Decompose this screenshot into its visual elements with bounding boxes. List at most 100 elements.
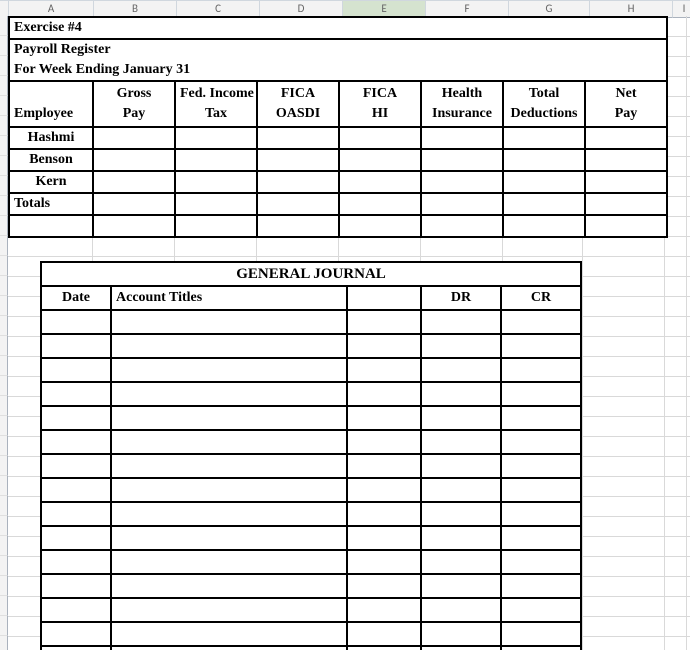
journal-cell[interactable] <box>41 526 111 550</box>
row-header[interactable] <box>0 436 8 456</box>
row-header[interactable] <box>0 496 8 516</box>
hdr-gross-top[interactable]: Gross <box>93 81 175 104</box>
journal-hdr-account[interactable]: Account Titles <box>111 286 347 310</box>
row-header[interactable] <box>0 16 8 36</box>
journal-cell[interactable] <box>421 526 501 550</box>
payroll-subtitle-1[interactable]: Payroll Register <box>9 39 667 60</box>
hdr-employee-bot[interactable]: Employee <box>9 104 93 127</box>
journal-cell[interactable] <box>501 430 581 454</box>
cell[interactable] <box>503 215 585 237</box>
payroll-title[interactable]: Exercise #4 <box>9 17 667 39</box>
row-header[interactable] <box>0 336 8 356</box>
row-header[interactable] <box>0 76 8 96</box>
row-header[interactable] <box>0 316 8 336</box>
journal-cell[interactable] <box>501 334 581 358</box>
journal-cell[interactable] <box>111 598 347 622</box>
journal-cell[interactable] <box>347 430 421 454</box>
journal-cell[interactable] <box>347 478 421 502</box>
row-header[interactable] <box>0 36 8 56</box>
journal-cell[interactable] <box>501 526 581 550</box>
journal-cell[interactable] <box>347 598 421 622</box>
row-header[interactable] <box>0 56 8 76</box>
journal-cell[interactable] <box>421 382 501 406</box>
cell[interactable] <box>257 149 339 171</box>
journal-cell[interactable] <box>421 598 501 622</box>
journal-cell[interactable] <box>501 454 581 478</box>
cell[interactable] <box>175 193 257 215</box>
row-header[interactable] <box>0 516 8 536</box>
journal-cell[interactable] <box>421 502 501 526</box>
journal-cell[interactable] <box>41 334 111 358</box>
journal-cell[interactable] <box>421 646 501 650</box>
hdr-fica-hi-top[interactable]: FICA <box>339 81 421 104</box>
cell[interactable] <box>93 193 175 215</box>
row-header[interactable] <box>0 536 8 556</box>
emp-name-1[interactable]: Benson <box>9 149 93 171</box>
journal-cell[interactable] <box>111 550 347 574</box>
journal-cell[interactable] <box>111 310 347 334</box>
journal-hdr-blank[interactable] <box>347 286 421 310</box>
journal-cell[interactable] <box>501 550 581 574</box>
row-header[interactable] <box>0 296 8 316</box>
journal-cell[interactable] <box>347 622 421 646</box>
cell[interactable] <box>175 171 257 193</box>
emp-name-2[interactable]: Kern <box>9 171 93 193</box>
journal-cell[interactable] <box>41 478 111 502</box>
hdr-employee-top[interactable] <box>9 81 93 104</box>
journal-cell[interactable] <box>111 430 347 454</box>
row-header[interactable] <box>0 576 8 596</box>
grid-area[interactable]: Exercise #4 Payroll Register For Week En… <box>8 16 690 650</box>
journal-cell[interactable] <box>347 574 421 598</box>
journal-cell[interactable] <box>347 358 421 382</box>
journal-hdr-cr[interactable]: CR <box>501 286 581 310</box>
journal-cell[interactable] <box>41 382 111 406</box>
cell[interactable] <box>503 149 585 171</box>
journal-cell[interactable] <box>501 598 581 622</box>
cell[interactable] <box>503 171 585 193</box>
journal-cell[interactable] <box>501 382 581 406</box>
journal-cell[interactable] <box>111 622 347 646</box>
journal-cell[interactable] <box>347 334 421 358</box>
journal-cell[interactable] <box>501 502 581 526</box>
cell[interactable] <box>503 193 585 215</box>
journal-cell[interactable] <box>347 310 421 334</box>
journal-cell[interactable] <box>41 454 111 478</box>
row-header[interactable] <box>0 416 8 436</box>
journal-cell[interactable] <box>347 406 421 430</box>
journal-cell[interactable] <box>421 310 501 334</box>
emp-name-0[interactable]: Hashmi <box>9 127 93 149</box>
journal-cell[interactable] <box>347 502 421 526</box>
journal-cell[interactable] <box>501 622 581 646</box>
cell[interactable] <box>421 149 503 171</box>
journal-cell[interactable] <box>501 646 581 650</box>
cell[interactable] <box>421 127 503 149</box>
journal-cell[interactable] <box>41 574 111 598</box>
hdr-health-top[interactable]: Health <box>421 81 503 104</box>
hdr-fica-oasdi-bot[interactable]: OASDI <box>257 104 339 127</box>
cell[interactable] <box>585 171 667 193</box>
journal-cell[interactable] <box>501 358 581 382</box>
totals-label[interactable]: Totals <box>9 193 93 215</box>
journal-hdr-dr[interactable]: DR <box>421 286 501 310</box>
row-header[interactable] <box>0 96 8 116</box>
journal-cell[interactable] <box>421 622 501 646</box>
journal-cell[interactable] <box>501 478 581 502</box>
cell[interactable] <box>9 215 93 237</box>
cell[interactable] <box>175 127 257 149</box>
hdr-total-top[interactable]: Total <box>503 81 585 104</box>
cell[interactable] <box>175 149 257 171</box>
journal-cell[interactable] <box>41 622 111 646</box>
journal-cell[interactable] <box>421 478 501 502</box>
cell[interactable] <box>339 127 421 149</box>
journal-cell[interactable] <box>41 310 111 334</box>
journal-cell[interactable] <box>41 598 111 622</box>
hdr-fica-hi-bot[interactable]: HI <box>339 104 421 127</box>
journal-cell[interactable] <box>501 574 581 598</box>
cell[interactable] <box>421 193 503 215</box>
journal-title[interactable]: GENERAL JOURNAL <box>41 262 581 286</box>
cell[interactable] <box>503 127 585 149</box>
journal-cell[interactable] <box>347 526 421 550</box>
row-header[interactable] <box>0 636 8 650</box>
row-header[interactable] <box>0 396 8 416</box>
row-header[interactable] <box>0 356 8 376</box>
